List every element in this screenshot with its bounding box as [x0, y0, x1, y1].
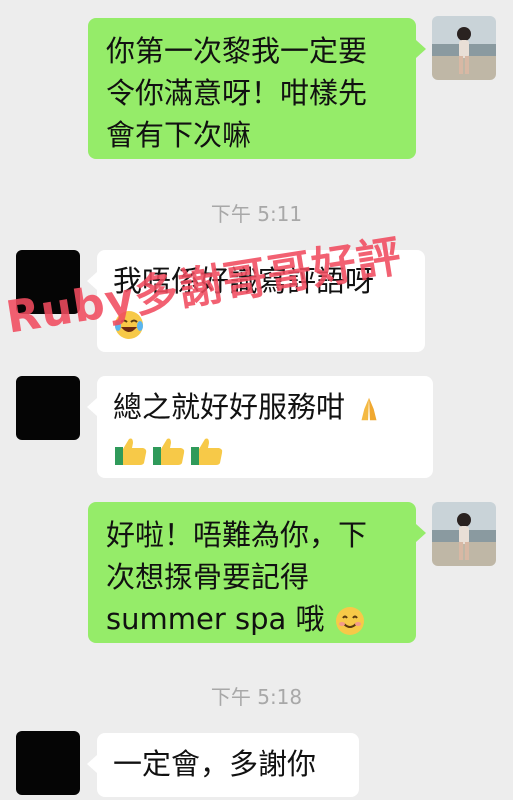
message-text: 你第一次黎我一定要 [106, 34, 368, 68]
message-text: summer spa 哦 [106, 602, 325, 636]
message-text: 總之就好好服務咁 [113, 390, 346, 424]
message-text: 次想揼骨要記得 [106, 560, 310, 594]
thumbs-up-emoji [115, 438, 147, 465]
praying-hands-emoji [361, 397, 377, 421]
contact-avatar[interactable] [16, 376, 80, 440]
message-text: 好啦！唔難為你，下 [106, 518, 368, 552]
message-text-line: summer spa 哦 [106, 598, 398, 640]
message-text: 令你滿意呀！咁樣先 [106, 76, 368, 110]
emoji-row [113, 428, 417, 470]
user-avatar[interactable] [432, 502, 496, 566]
user-avatar[interactable] [432, 16, 496, 80]
thumbs-up-emoji [191, 438, 223, 465]
message-text: 會有下次嘛 [106, 118, 252, 152]
beach-photo-avatar-image [432, 16, 496, 80]
contact-avatar[interactable] [16, 731, 80, 795]
message-text-line: 總之就好好服務咁 [113, 386, 417, 428]
smiling-face-emoji [335, 607, 364, 635]
received-message-bubble[interactable]: 一定會，多謝你 [87, 733, 359, 797]
timestamp: 下午 5:11 [210, 202, 303, 226]
beach-photo-avatar-image [432, 502, 496, 566]
message-text: 一定會，多謝你 [113, 747, 317, 781]
sent-message-bubble[interactable]: 好啦！唔難為你，下 次想揼骨要記得 summer spa 哦 [88, 502, 426, 643]
sent-message-bubble[interactable]: 你第一次黎我一定要 令你滿意呀！咁樣先 會有下次嘛 [88, 18, 426, 159]
received-message-bubble[interactable]: 總之就好好服務咁 [87, 376, 433, 478]
timestamp: 下午 5:18 [210, 685, 303, 709]
thumbs-up-emoji [153, 438, 185, 465]
